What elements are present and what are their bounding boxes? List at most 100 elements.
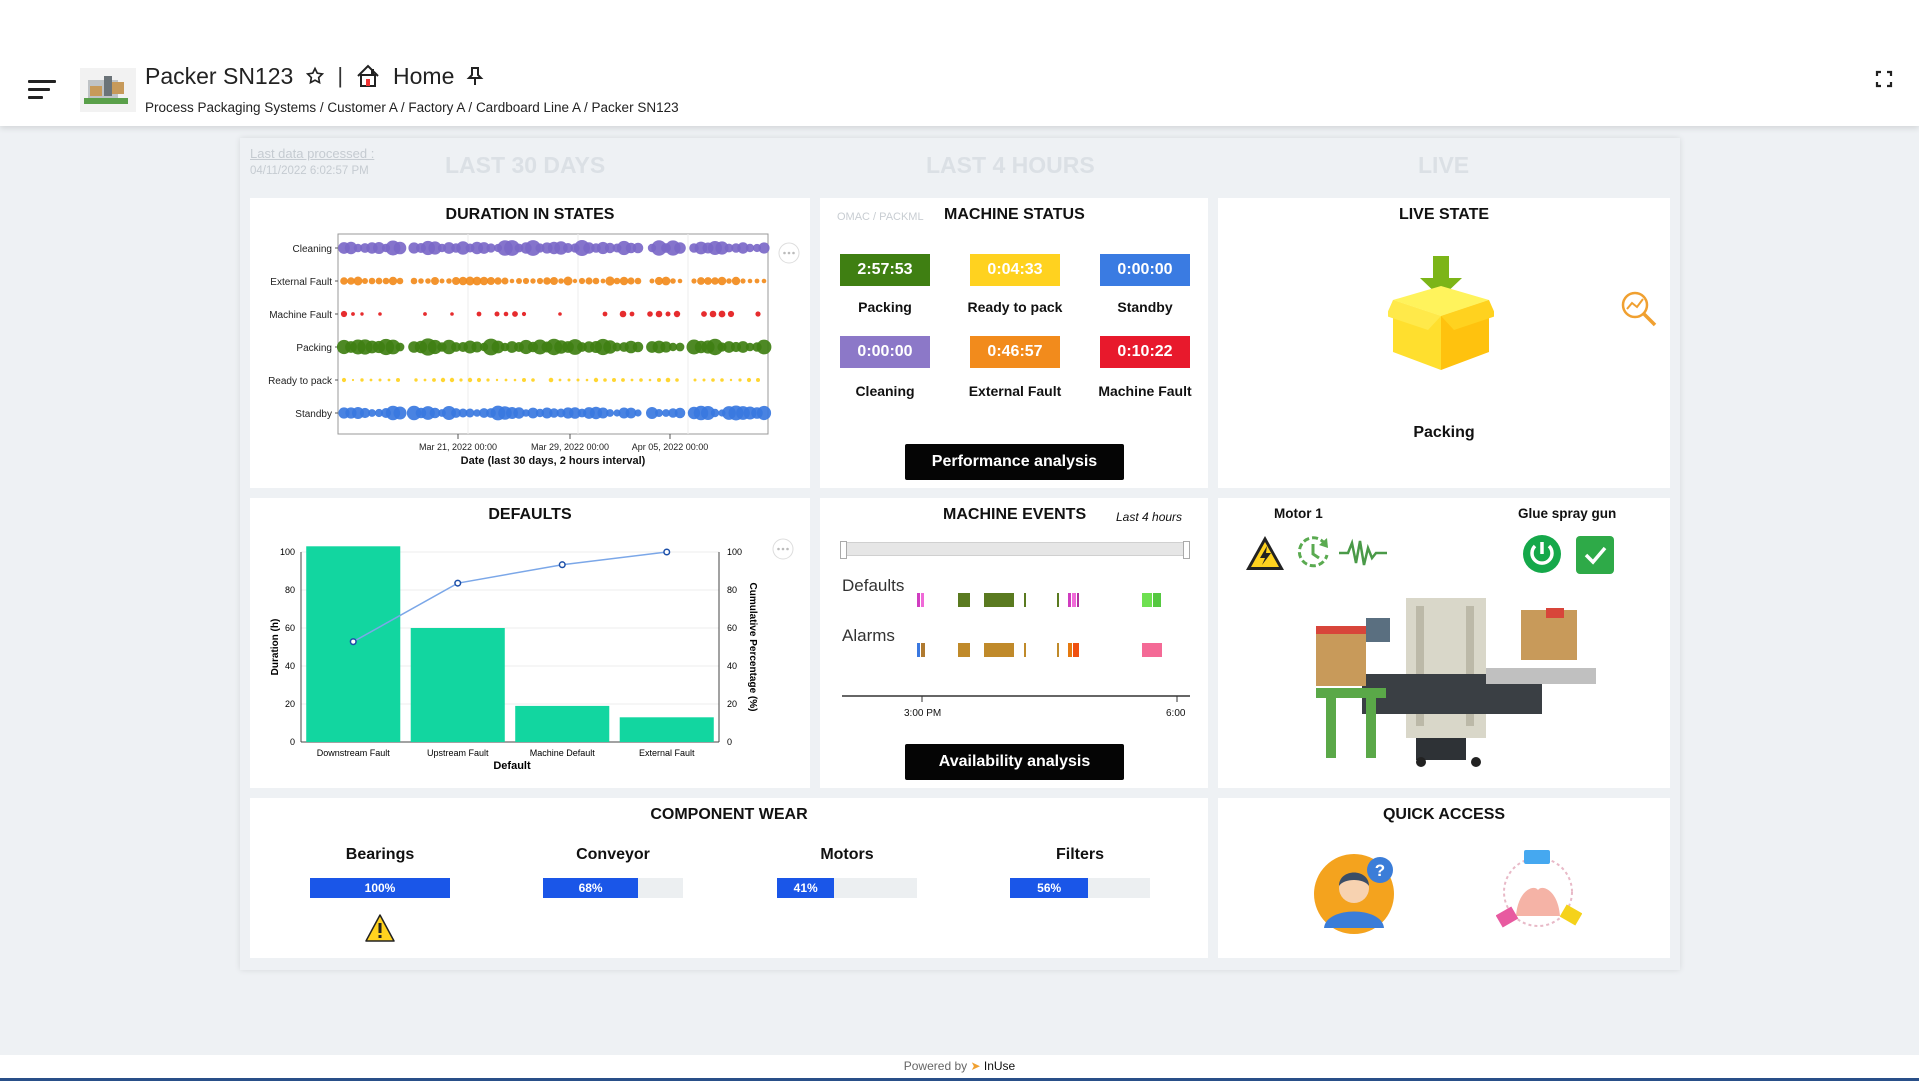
- time-range-slider[interactable]: [840, 541, 1190, 559]
- period-last-4-hours: LAST 4 HOURS: [926, 152, 1095, 178]
- state-bubble: [747, 278, 753, 284]
- glue-gun-label: Glue spray gun: [1518, 506, 1617, 521]
- state-bubble: [418, 278, 424, 284]
- state-bubble: [726, 278, 732, 284]
- defaults-bar: [515, 705, 610, 742]
- analytics-search-icon[interactable]: [1618, 288, 1658, 328]
- x-tick-label: External Fault: [639, 748, 695, 758]
- home-icon[interactable]: [355, 63, 381, 89]
- state-bubble: [360, 312, 364, 316]
- wear-progress-fill: 68%: [543, 878, 639, 898]
- breadcrumb-item[interactable]: Process Packaging Systems: [145, 100, 316, 115]
- y-tick-label: 20: [285, 699, 295, 709]
- state-bubble: [432, 378, 436, 382]
- footer-powered-by: Powered by: [903, 1059, 968, 1073]
- card-title: MACHINE EVENTS: [943, 506, 1087, 523]
- footer-brand: InUse: [983, 1059, 1016, 1073]
- state-bubble: [423, 378, 427, 382]
- wear-progress-fill: 100%: [310, 878, 450, 898]
- state-bubble: [630, 378, 634, 382]
- state-bubble: [558, 278, 564, 284]
- state-bubble: [738, 378, 742, 382]
- star-icon[interactable]: [305, 66, 325, 86]
- state-bubble: [605, 276, 615, 286]
- availability-analysis-button[interactable]: Availability analysis: [905, 744, 1124, 780]
- state-bubble: [634, 409, 642, 417]
- state-bubble: [340, 277, 348, 285]
- x-tick-label: Downstream Fault: [317, 748, 391, 758]
- state-bubble: [543, 277, 551, 285]
- last-data-processed-link[interactable]: Last data processed :: [250, 146, 374, 161]
- state-bubble: [494, 277, 502, 285]
- defaults-events: [917, 593, 1161, 607]
- breadcrumb-item[interactable]: Factory A: [408, 100, 464, 115]
- card-title: DURATION IN STATES: [445, 206, 615, 223]
- state-bubble: [521, 311, 527, 317]
- fullscreen-icon[interactable]: [1875, 70, 1893, 88]
- y2-tick-label: 0: [727, 737, 732, 747]
- state-bubble: [467, 377, 473, 383]
- state-bubble: [360, 378, 364, 382]
- live-state-value: Packing: [1413, 424, 1475, 441]
- home-link[interactable]: Home: [393, 63, 454, 90]
- state-bubble: [619, 310, 627, 318]
- breadcrumb-item[interactable]: Packer SN123: [592, 100, 679, 115]
- menu-icon[interactable]: [28, 80, 56, 100]
- state-bubble: [648, 378, 652, 382]
- state-bubble: [576, 378, 580, 382]
- state-bubble: [531, 378, 535, 382]
- state-bubble: [351, 312, 355, 316]
- state-bubble: [423, 312, 427, 316]
- svg-text:?: ?: [1375, 861, 1385, 880]
- state-bubble: [378, 378, 382, 382]
- top-bar: Packer SN123 | Home Process Packaging Sy…: [0, 0, 1919, 126]
- state-bubble: [619, 276, 629, 286]
- support-user-icon[interactable]: ?: [1312, 850, 1398, 934]
- y-tick-label: 0: [290, 737, 295, 747]
- state-bubble: [603, 378, 607, 382]
- state-bubble: [558, 378, 562, 382]
- period-last-30-days: LAST 30 DAYS: [445, 152, 606, 178]
- wear-component-name: Motors: [820, 846, 874, 863]
- state-bubble: [717, 276, 727, 286]
- state-bubble: [572, 278, 578, 284]
- power-on-icon[interactable]: [1522, 534, 1562, 574]
- state-bubble: [674, 407, 686, 419]
- state-bubble: [718, 310, 726, 318]
- status-time-box: 0:00:00: [1100, 254, 1190, 286]
- state-bubble: [674, 242, 686, 254]
- state-bubble: [756, 405, 772, 421]
- machine-status-card: OMAC / PACKML MACHINE STATUS Performance…: [820, 198, 1208, 488]
- state-bubble: [504, 378, 508, 382]
- state-bubble: [431, 277, 439, 285]
- state-bubble: [509, 278, 515, 284]
- state-bubble: [387, 378, 391, 382]
- breadcrumb-item[interactable]: Customer A: [327, 100, 397, 115]
- defaults-pareto-chart: 0 0 20 20 40 40 60 60 80 80 100 100 Downstream Fault…: [270, 546, 758, 772]
- status-label: Standby: [1117, 299, 1173, 315]
- pin-icon[interactable]: [466, 66, 484, 86]
- card-title: MACHINE STATUS: [944, 206, 1085, 223]
- state-bubble: [368, 277, 376, 285]
- y-tick-label: 40: [285, 661, 295, 671]
- wear-progress-fill: 56%: [1010, 878, 1089, 898]
- breadcrumb-item[interactable]: Cardboard Line A: [476, 100, 580, 115]
- team-collaboration-icon[interactable]: [1496, 850, 1582, 934]
- state-bubble: [567, 378, 571, 382]
- state-bubble: [375, 277, 383, 285]
- state-bubble: [627, 277, 635, 285]
- state-bubble: [548, 377, 554, 383]
- y2-axis-label: Cumulative Percentage (%): [747, 583, 758, 712]
- component-wear-card: COMPONENT WEAR Bearings 100% Conveyor 68% Mo…: [250, 798, 1208, 958]
- performance-analysis-button[interactable]: Performance analysis: [905, 444, 1124, 480]
- state-bubble: [536, 277, 544, 285]
- y-axis-label: Duration (h): [270, 619, 281, 676]
- slider-handle-left[interactable]: [840, 541, 847, 559]
- card-title: QUICK ACCESS: [1382, 806, 1506, 823]
- wear-progress-bar: 68%: [543, 878, 683, 898]
- state-bubble: [550, 277, 558, 285]
- state-bubble: [439, 278, 445, 284]
- state-bubble: [558, 312, 562, 316]
- y-tick-label: 60: [285, 623, 295, 633]
- slider-handle-right[interactable]: [1183, 541, 1190, 559]
